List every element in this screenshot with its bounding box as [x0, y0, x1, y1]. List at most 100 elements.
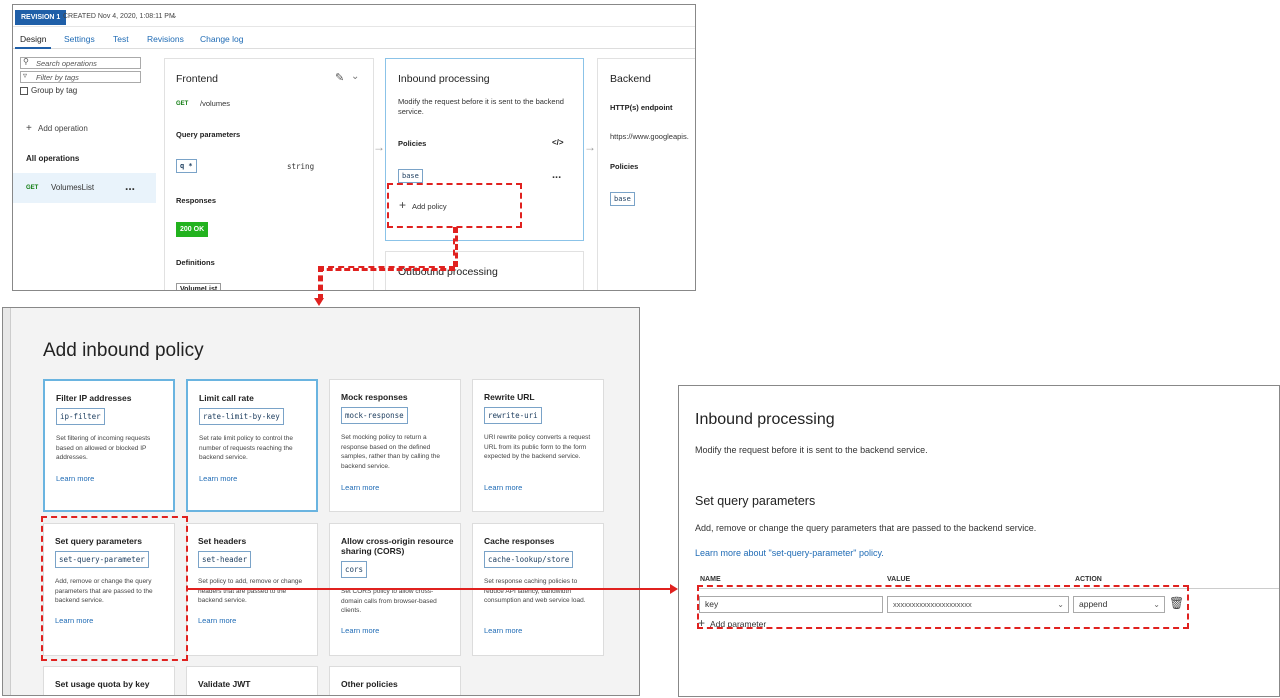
arrow-down-icon: [314, 298, 324, 306]
policy-card-other[interactable]: Other policies: [329, 666, 461, 695]
column-header-name: NAME: [700, 576, 721, 583]
policy-description: Set CORS policy to allow cross-domain ca…: [341, 588, 437, 614]
frontend-card: Frontend ✎ ⌄ GET /volumes Query paramete…: [164, 58, 374, 290]
learn-more-link[interactable]: Learn more: [199, 474, 237, 483]
definition-name[interactable]: VolumeList: [176, 283, 222, 290]
param-type: string: [287, 162, 315, 171]
active-tab-indicator: [15, 47, 51, 49]
policy-code: rewrite-uri: [484, 407, 542, 424]
query-parameters-label: Query parameters: [176, 130, 241, 139]
tab-design[interactable]: Design: [20, 34, 46, 44]
operation-name: VolumesList: [51, 183, 95, 192]
search-input[interactable]: Search operations: [20, 57, 141, 69]
policy-card-validate-jwt[interactable]: Validate JWT: [186, 666, 318, 695]
edit-icon[interactable]: ✎: [335, 71, 344, 84]
highlight-add-policy: [387, 183, 522, 228]
group-by-tag-checkbox[interactable]: [20, 87, 28, 95]
tab-settings[interactable]: Settings: [64, 34, 95, 44]
definitions-label: Definitions: [176, 258, 215, 267]
policy-description: Set policy to add, remove or change head…: [198, 578, 303, 604]
tab-revisions[interactable]: Revisions: [147, 34, 184, 44]
learn-more-link[interactable]: Learn more: [341, 483, 379, 492]
learn-more-link[interactable]: Learn more: [484, 483, 522, 492]
policy-code: cors: [341, 561, 368, 578]
backend-policies-label: Policies: [610, 162, 639, 171]
arrow-right-icon: [670, 584, 678, 594]
column-header-action: ACTION: [1075, 576, 1102, 583]
inbound-title: Inbound processing: [398, 73, 490, 85]
policy-card-ip-filter[interactable]: Filter IP addresses ip-filter Set filter…: [43, 379, 175, 512]
search-icon: ⚲: [23, 57, 29, 66]
learn-more-link[interactable]: Learn more: [56, 474, 94, 483]
page-subtitle: Modify the request before it is sent to …: [695, 445, 928, 455]
policy-code: ip-filter: [56, 408, 105, 425]
learn-more-link[interactable]: Learn more about "set-query-parameter" p…: [695, 548, 884, 558]
section-description: Add, remove or change the query paramete…: [695, 523, 1037, 533]
chevron-down-icon[interactable]: ⌄: [171, 11, 178, 20]
policy-card-rate-limit[interactable]: Limit call rate rate-limit-by-key Set ra…: [186, 379, 318, 512]
more-icon[interactable]: ...: [552, 169, 561, 181]
add-operation-button[interactable]: Add operation: [38, 124, 88, 133]
operation-row[interactable]: GET VolumesList ...: [13, 173, 156, 203]
plus-icon: +: [26, 123, 32, 134]
policy-code: cache-lookup/store: [484, 551, 574, 568]
filter-input[interactable]: Filter by tags: [20, 71, 141, 83]
operations-pane: Search operations ⚲ Filter by tags ▿ Gro…: [13, 51, 156, 290]
policy-code: rate-limit-by-key: [199, 408, 284, 425]
endpoint-label: HTTP(s) endpoint: [610, 103, 673, 112]
method-badge: GET: [176, 101, 189, 107]
group-by-tag-label: Group by tag: [31, 86, 78, 95]
tab-bar: Design Settings Test Revisions Change lo…: [13, 31, 695, 49]
method-badge: GET: [26, 185, 39, 191]
policy-name: Cache responses: [484, 536, 555, 546]
scrollbar[interactable]: [3, 308, 11, 695]
responses-label: Responses: [176, 196, 217, 205]
policy-name: Set usage quota by key: [55, 679, 150, 689]
filter-icon: ▿: [23, 71, 28, 80]
policy-description: URI rewrite policy converts a request UR…: [484, 434, 591, 460]
policy-card-quota-by-key[interactable]: Set usage quota by key: [43, 666, 175, 695]
policy-description: Set filtering of incoming requests based…: [56, 435, 151, 461]
chevron-down-icon[interactable]: ⌄: [351, 71, 359, 82]
arrow-right-icon: →: [584, 140, 596, 154]
section-title: Set query parameters: [695, 494, 816, 508]
policy-name: Mock responses: [341, 392, 408, 402]
policy-name: Other policies: [341, 679, 398, 689]
status-badge[interactable]: 200 OK: [176, 222, 209, 237]
more-icon[interactable]: ...: [125, 179, 135, 193]
connector-line: [187, 588, 671, 590]
page-title: Inbound processing: [695, 411, 835, 428]
policy-name: Limit call rate: [199, 393, 254, 403]
policy-name: Allow cross-origin resource sharing (COR…: [341, 536, 454, 556]
inbound-processing-screen: Inbound processing Modify the request be…: [678, 385, 1280, 697]
frontend-title: Frontend: [176, 73, 219, 85]
connector-line: [318, 266, 455, 271]
base-policy-tag[interactable]: base: [610, 192, 635, 206]
learn-more-link[interactable]: Learn more: [341, 626, 379, 635]
outbound-card[interactable]: Outbound processing: [385, 251, 584, 290]
policy-card-mock-response[interactable]: Mock responses mock-response Set mocking…: [329, 379, 461, 512]
policy-code: set-header: [198, 551, 252, 568]
param-name[interactable]: q *: [176, 159, 197, 173]
learn-more-link[interactable]: Learn more: [198, 616, 236, 625]
policy-description: Set mocking policy to return a response …: [341, 434, 440, 470]
api-design-screen: REVISION 1 CREATED Nov 4, 2020, 1:08:11 …: [12, 4, 696, 291]
policy-card-rewrite-url[interactable]: Rewrite URL rewrite-uri URI rewrite poli…: [472, 379, 604, 512]
endpoint-url: https://www.googleapis.: [610, 132, 689, 141]
tab-change-log[interactable]: Change log: [200, 34, 243, 44]
frontend-path: /volumes: [200, 99, 231, 108]
policy-description: Set rate limit policy to control the num…: [199, 435, 293, 461]
policy-name: Rewrite URL: [484, 392, 535, 402]
learn-more-link[interactable]: Learn more: [484, 626, 522, 635]
code-view-icon[interactable]: </>: [552, 138, 564, 147]
policy-name: Filter IP addresses: [56, 393, 132, 403]
all-operations-label[interactable]: All operations: [26, 154, 79, 163]
policy-description: Set response caching policies to reduce …: [484, 578, 586, 604]
revision-badge[interactable]: REVISION 1: [15, 10, 67, 25]
connector-line: [318, 266, 323, 300]
backend-title: Backend: [610, 73, 651, 85]
base-policy-tag[interactable]: base: [398, 169, 423, 183]
created-timestamp: CREATED Nov 4, 2020, 1:08:11 PM: [63, 13, 175, 20]
add-inbound-policy-screen: Add inbound policy Filter IP addresses i…: [2, 307, 640, 696]
tab-test[interactable]: Test: [113, 34, 129, 44]
